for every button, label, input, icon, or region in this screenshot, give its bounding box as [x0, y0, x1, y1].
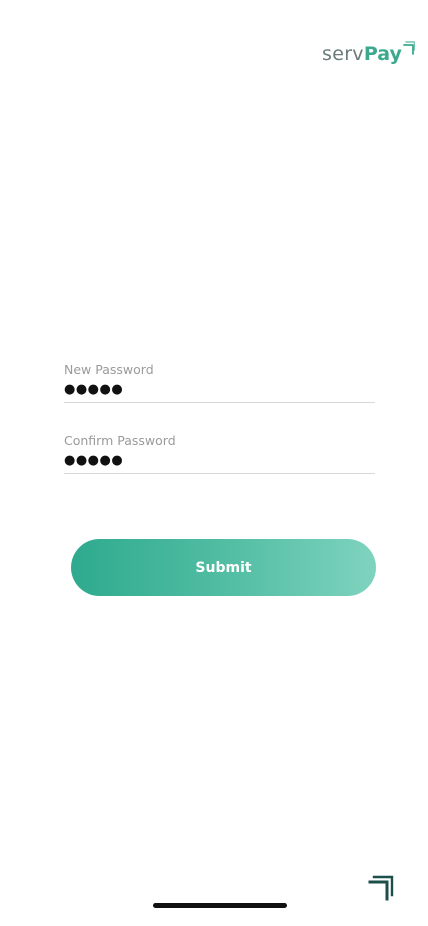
new-password-label: New Password — [64, 362, 154, 377]
servpay-logo: serv Pay — [322, 40, 415, 66]
submit-button[interactable]: Submit — [71, 539, 376, 596]
confirm-password-input[interactable]: ●●●●● — [64, 453, 375, 469]
confirm-password-field[interactable]: Confirm Password ●●●●● — [64, 433, 375, 474]
home-indicator[interactable] — [153, 903, 287, 908]
new-password-field[interactable]: New Password ●●●●● — [64, 362, 375, 403]
reset-password-screen: serv Pay New Password ●●●●● Confirm Passw… — [0, 0, 428, 926]
logo-text-pay: Pay — [363, 43, 402, 65]
confirm-password-label: Confirm Password — [64, 433, 176, 448]
submit-button-label: Submit — [195, 559, 252, 576]
new-password-input[interactable]: ●●●●● — [64, 382, 375, 398]
brand-arrow-mark-icon — [368, 875, 394, 901]
logo-text-serv: serv — [322, 43, 364, 65]
brand-arrow-mark-icon — [403, 41, 415, 55]
